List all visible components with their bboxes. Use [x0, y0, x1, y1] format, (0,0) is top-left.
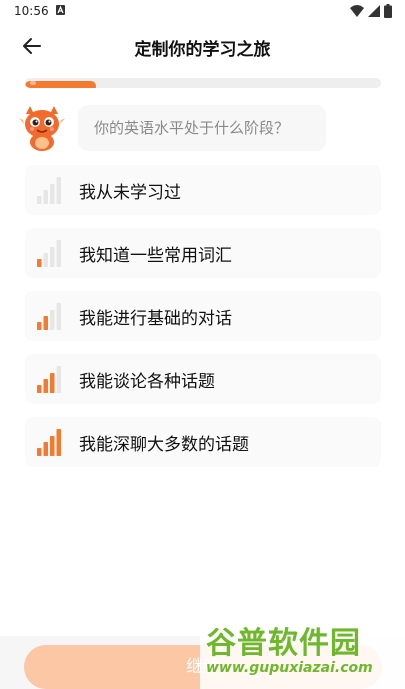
level-bar — [37, 196, 42, 204]
level-option-label: 我能进行基础的对话 — [79, 308, 232, 329]
watermark-name: 谷普软件园 — [206, 626, 361, 661]
watermark-url: www.gupuxiazai.com — [206, 660, 373, 676]
level-bar — [56, 366, 61, 393]
level-bar — [37, 385, 42, 393]
wifi-icon — [350, 5, 364, 17]
level-bar — [56, 240, 61, 267]
level-bar — [43, 379, 48, 393]
question-bubble: 你的英语水平处于什么阶段？ — [78, 105, 326, 151]
level-option-label: 我知道一些常用词汇 — [79, 245, 232, 266]
level-option[interactable]: 我能进行基础的对话 — [25, 291, 381, 341]
level-option[interactable]: 我从未学习过 — [25, 165, 381, 215]
level-bars-icon — [37, 303, 61, 330]
level-bar — [56, 177, 61, 204]
level-bars-icon — [37, 429, 61, 456]
level-option-label: 我从未学习过 — [79, 182, 181, 203]
level-bars-icon — [37, 240, 61, 267]
level-bar — [50, 436, 55, 456]
level-bar — [37, 448, 42, 456]
level-bar — [37, 259, 42, 267]
level-bar — [50, 310, 55, 330]
level-bar — [50, 247, 55, 267]
dragon-mascot-icon — [19, 106, 65, 151]
signal-icon — [368, 5, 380, 17]
level-bar — [56, 303, 61, 330]
level-option-label: 我能深聊大多数的话题 — [79, 434, 249, 455]
status-time: 10:56 — [14, 4, 49, 18]
level-bars-icon — [37, 177, 61, 204]
level-bar — [50, 184, 55, 204]
status-bar: 10:56 — [0, 0, 405, 24]
level-bar — [43, 253, 48, 267]
level-bar — [56, 429, 61, 456]
level-bar — [50, 373, 55, 393]
level-bar — [37, 322, 42, 330]
level-option[interactable]: 我知道一些常用词汇 — [25, 228, 381, 278]
level-option-label: 我能谈论各种话题 — [79, 371, 215, 392]
header: 定制你的学习之旅 — [0, 28, 405, 64]
level-option[interactable]: 我能深聊大多数的话题 — [25, 417, 381, 467]
page-title: 定制你的学习之旅 — [134, 40, 271, 60]
watermark: 谷普软件园 www.gupuxiazai.com — [200, 616, 405, 689]
progress-bar-fill — [25, 81, 97, 88]
level-option[interactable]: 我能谈论各种话题 — [25, 354, 381, 404]
level-bars-icon — [37, 366, 61, 393]
level-bar — [43, 316, 48, 330]
notification-a-icon — [56, 5, 65, 15]
level-options-list: 我从未学习过 我知道一些常用词汇 我能进行基础的对话 我能谈论各种话题 我能深聊… — [25, 165, 381, 480]
level-bar — [43, 190, 48, 204]
battery-icon — [384, 4, 392, 18]
level-bar — [43, 442, 48, 456]
progress-bar — [25, 78, 381, 88]
